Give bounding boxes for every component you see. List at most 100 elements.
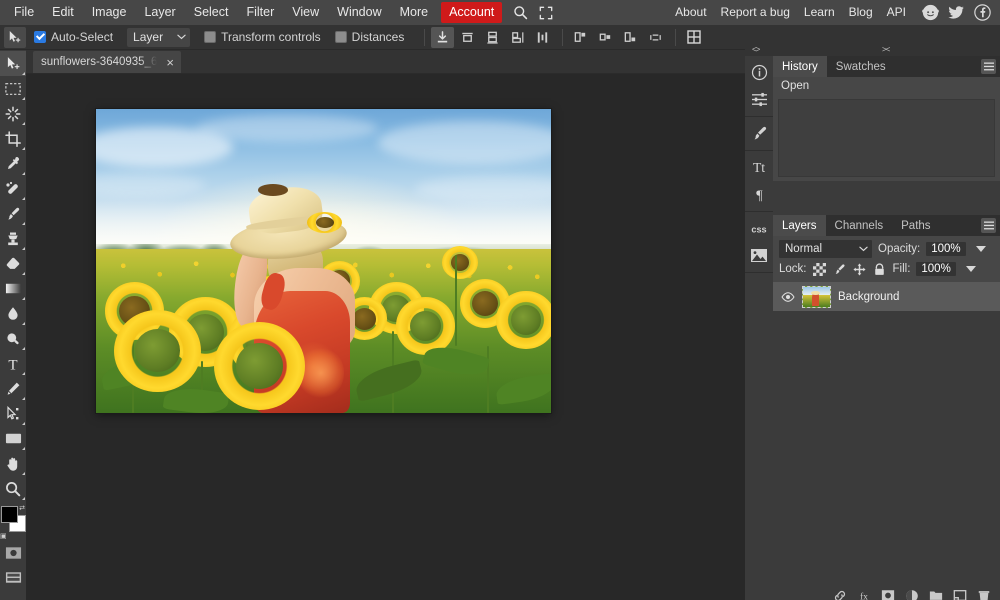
- canvas-area[interactable]: [26, 74, 745, 600]
- swap-colors-icon[interactable]: ⇄: [19, 504, 25, 512]
- new-adjustment-layer-icon[interactable]: [904, 589, 919, 600]
- marquee-tool[interactable]: [0, 76, 26, 101]
- panel-menu-icon[interactable]: [981, 59, 996, 74]
- menu-window[interactable]: Window: [328, 2, 390, 23]
- menu-learn[interactable]: Learn: [797, 2, 842, 23]
- move-tool[interactable]: [0, 51, 26, 76]
- type-tool[interactable]: T: [0, 351, 26, 376]
- transform-controls-checkbox[interactable]: Transform controls: [204, 30, 321, 44]
- hand-tool[interactable]: [0, 451, 26, 476]
- facebook-icon[interactable]: [974, 4, 991, 21]
- table-row[interactable]: Background: [773, 282, 1000, 311]
- menu-image[interactable]: Image: [83, 2, 136, 23]
- twitter-icon[interactable]: [948, 4, 965, 21]
- lock-image-pixels-icon[interactable]: [833, 262, 847, 276]
- align-vertical-centers-icon[interactable]: [456, 27, 479, 48]
- lock-transparent-pixels-icon[interactable]: [813, 262, 827, 276]
- css-panel-icon[interactable]: css: [745, 215, 773, 242]
- distances-checkbox[interactable]: Distances: [335, 30, 405, 44]
- menu-about[interactable]: About: [668, 2, 713, 23]
- blur-tool[interactable]: [0, 301, 26, 326]
- magic-wand-tool[interactable]: [0, 101, 26, 126]
- link-layers-icon[interactable]: [832, 589, 847, 600]
- auto-select-checkbox[interactable]: Auto-Select: [34, 30, 113, 44]
- lock-all-icon[interactable]: [873, 262, 887, 276]
- tab-swatches[interactable]: Swatches: [827, 56, 895, 77]
- info-panel-icon[interactable]: [745, 59, 773, 86]
- collapse-left-icon[interactable]: <>: [752, 45, 759, 54]
- tab-paths[interactable]: Paths: [892, 215, 939, 236]
- fullscreen-icon[interactable]: [534, 3, 558, 23]
- new-group-icon[interactable]: [928, 589, 943, 600]
- menu-file[interactable]: File: [5, 2, 43, 23]
- reddit-icon[interactable]: [922, 4, 939, 21]
- close-icon[interactable]: ×: [164, 56, 176, 69]
- menu-account[interactable]: Account: [441, 2, 502, 23]
- character-panel-icon[interactable]: Tt: [745, 154, 773, 181]
- document-canvas[interactable]: [96, 109, 551, 413]
- document-tab[interactable]: sunflowers-3640935_6 ×: [33, 51, 181, 73]
- quick-mask-tool[interactable]: [0, 540, 26, 565]
- image-panel-icon[interactable]: [745, 242, 773, 269]
- align-right-edges-icon-2[interactable]: [619, 27, 642, 48]
- history-list[interactable]: [778, 99, 995, 177]
- tab-layers[interactable]: Layers: [773, 215, 826, 236]
- crop-tool[interactable]: [0, 126, 26, 151]
- history-item[interactable]: Open: [773, 77, 1000, 95]
- align-right-edges-icon[interactable]: [506, 27, 529, 48]
- history-panel-body[interactable]: Open: [773, 77, 1000, 181]
- collapse-right-icon[interactable]: ><: [882, 45, 889, 54]
- tab-channels[interactable]: Channels: [826, 215, 893, 236]
- dodge-tool[interactable]: [0, 326, 26, 351]
- menu-edit[interactable]: Edit: [43, 2, 83, 23]
- layer-thumbnail[interactable]: [802, 286, 831, 308]
- pen-tool[interactable]: [0, 376, 26, 401]
- search-icon[interactable]: [508, 3, 532, 23]
- align-left-edges-icon[interactable]: [569, 27, 592, 48]
- screen-mode-tool[interactable]: [0, 565, 26, 590]
- foreground-background-color-swatches[interactable]: ⇄ ▣: [0, 504, 26, 540]
- layer-style-fx-icon[interactable]: fx: [856, 589, 871, 600]
- patch-tool[interactable]: [0, 176, 26, 201]
- distances-checkbox-box[interactable]: [335, 31, 347, 43]
- menu-report-a-bug[interactable]: Report a bug: [714, 2, 797, 23]
- blend-mode-select[interactable]: Normal: [779, 240, 872, 258]
- menu-view[interactable]: View: [283, 2, 328, 23]
- menu-select[interactable]: Select: [185, 2, 238, 23]
- gradient-tool[interactable]: [0, 276, 26, 301]
- clone-stamp-tool[interactable]: [0, 226, 26, 251]
- foreground-color-swatch[interactable]: [1, 506, 18, 523]
- menu-filter[interactable]: Filter: [237, 2, 283, 23]
- distribute-vertical-icon[interactable]: [531, 27, 554, 48]
- move-tool-icon[interactable]: [4, 27, 26, 48]
- align-top-edges-icon[interactable]: [431, 27, 454, 48]
- paragraph-panel-icon[interactable]: ¶: [745, 181, 773, 208]
- shape-tool[interactable]: [0, 426, 26, 451]
- menu-layer[interactable]: Layer: [135, 2, 184, 23]
- transform-controls-checkbox-box[interactable]: [204, 31, 216, 43]
- fill-value[interactable]: 100%: [916, 262, 955, 276]
- menu-more[interactable]: More: [391, 2, 437, 23]
- lock-position-icon[interactable]: [853, 262, 867, 276]
- layer-visibility-eye-icon[interactable]: [781, 292, 795, 302]
- delete-layer-icon[interactable]: [976, 589, 991, 600]
- panel-menu-icon[interactable]: [981, 218, 996, 233]
- new-layer-icon[interactable]: [952, 589, 967, 600]
- zoom-tool[interactable]: [0, 476, 26, 501]
- tab-history[interactable]: History: [773, 56, 827, 77]
- arrange-grid-icon[interactable]: [682, 27, 705, 48]
- opacity-value[interactable]: 100%: [926, 242, 965, 256]
- layer-name[interactable]: Background: [838, 291, 899, 303]
- menu-api[interactable]: API: [880, 2, 913, 23]
- brush-tool[interactable]: [0, 201, 26, 226]
- eyedropper-tool[interactable]: [0, 151, 26, 176]
- add-layer-mask-icon[interactable]: [880, 589, 895, 600]
- auto-select-checkbox-box[interactable]: [34, 31, 46, 43]
- distribute-horizontal-icon[interactable]: [644, 27, 667, 48]
- path-select-tool[interactable]: [0, 401, 26, 426]
- align-horizontal-centers-icon[interactable]: [594, 27, 617, 48]
- fill-dropdown-icon[interactable]: [966, 266, 976, 272]
- adjustments-panel-icon[interactable]: [745, 86, 773, 113]
- brushes-panel-icon[interactable]: [745, 120, 773, 147]
- default-colors-icon[interactable]: ▣: [0, 532, 7, 540]
